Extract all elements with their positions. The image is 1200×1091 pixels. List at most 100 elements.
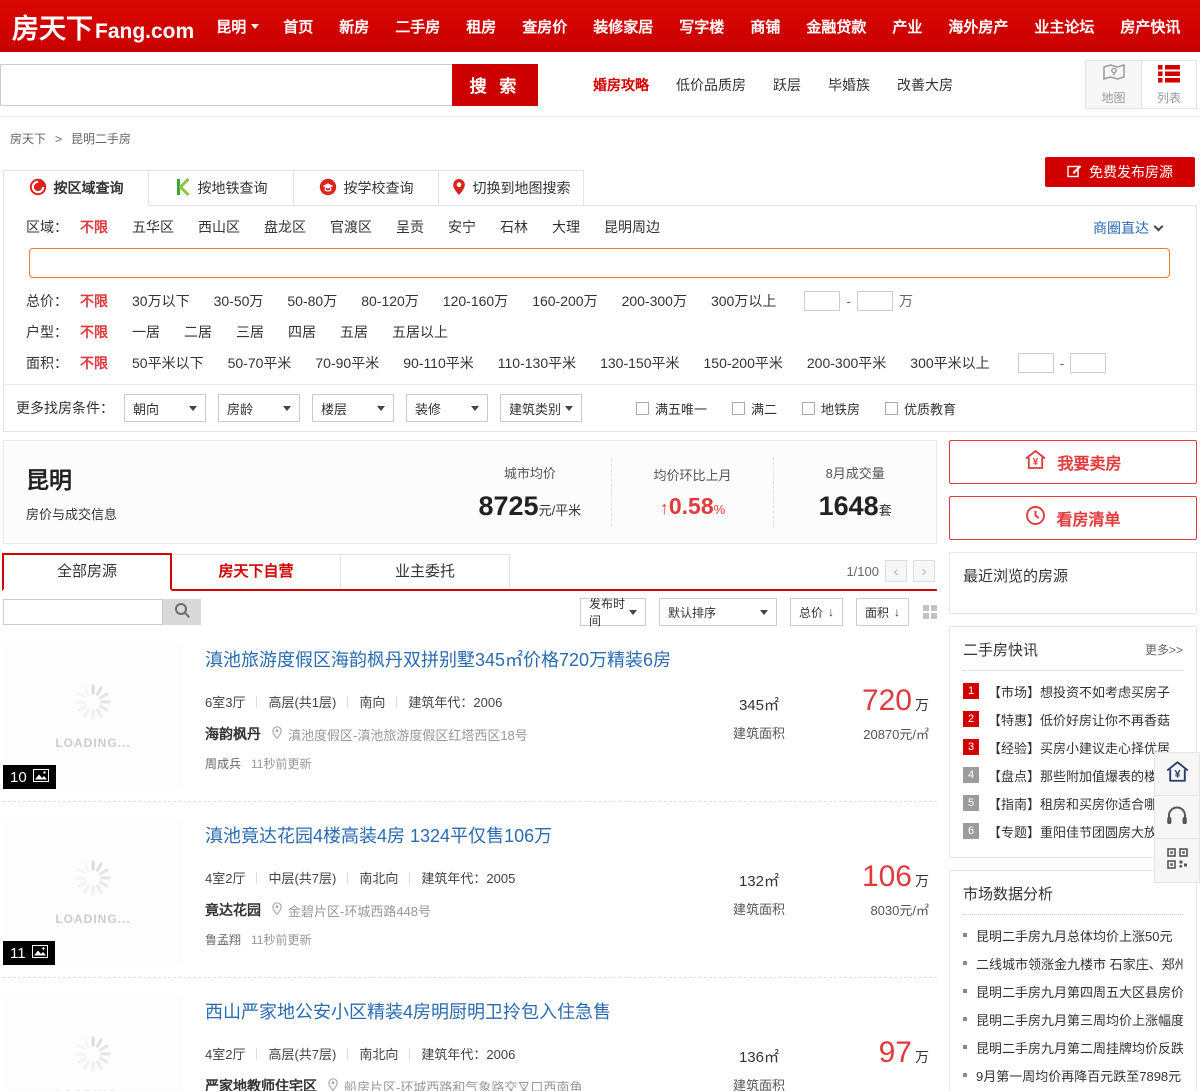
layout-option[interactable]: 三居 — [236, 322, 264, 342]
price-option[interactable]: 160-200万 — [532, 291, 597, 311]
condition-dropdown[interactable]: 房龄 — [218, 394, 300, 422]
layout-option[interactable]: 一居 — [132, 322, 160, 342]
layout-option[interactable]: 不限 — [80, 322, 108, 342]
area-option[interactable]: 300平米以上 — [910, 353, 989, 373]
hot-link[interactable]: 低价品质房 — [676, 75, 746, 95]
market-item[interactable]: 9月第一周均价再降百元跌至7898元 — [963, 1061, 1183, 1089]
news-item[interactable]: 3 【经验】买房小建议走心择优居 — [963, 733, 1183, 761]
region-option[interactable]: 五华区 — [132, 217, 174, 237]
area-option[interactable]: 200-300平米 — [807, 353, 886, 373]
breadcrumb-home[interactable]: 房天下 — [10, 130, 46, 147]
tab-all-listings[interactable]: 全部房源 — [2, 553, 172, 591]
listing-title[interactable]: 滇池竟达花园4楼高装4房 1324平仅售106万 — [205, 822, 552, 848]
market-item[interactable]: 昆明二手房九月第四周五大区县房价四... — [963, 977, 1183, 1005]
estate-link[interactable]: 竟达花园 — [205, 900, 261, 920]
area-option[interactable]: 70-90平米 — [315, 353, 379, 373]
keyword-search-button[interactable] — [163, 599, 201, 625]
search-button[interactable]: 搜 索 — [452, 63, 538, 106]
market-item[interactable]: 二线城市领涨金九楼市 石家庄、郑州... — [963, 949, 1183, 977]
map-view-button[interactable]: 地图 — [1086, 61, 1141, 108]
sell-house-shortcut-button[interactable]: ¥ — [1155, 753, 1199, 796]
tab-by-school[interactable]: 按学校查询 — [293, 170, 439, 206]
region-option[interactable]: 盘龙区 — [264, 217, 306, 237]
topnav-item[interactable]: 装修家居 — [593, 16, 653, 37]
area-option[interactable]: 50-70平米 — [228, 353, 292, 373]
topnav-item[interactable]: 租房 — [466, 16, 496, 37]
area-option[interactable]: 50平米以下 — [132, 353, 204, 373]
layout-option[interactable]: 五居 — [340, 322, 368, 342]
region-option[interactable]: 大理 — [552, 217, 580, 237]
hot-link[interactable]: 毕婚族 — [828, 75, 870, 95]
prev-page-button[interactable]: ‹ — [885, 560, 907, 582]
checkbox-box[interactable] — [732, 401, 746, 415]
grid-view-icon[interactable] — [923, 605, 937, 619]
topnav-item[interactable]: 二手房 — [395, 16, 440, 37]
city-selector[interactable]: 昆明 — [216, 16, 260, 37]
customer-service-button[interactable] — [1155, 796, 1199, 839]
condition-checkbox[interactable]: 满二 — [732, 399, 777, 418]
topnav-item[interactable]: 海外房产 — [948, 16, 1008, 37]
market-item[interactable]: 昆明二手房九月总体均价上涨50元 — [963, 921, 1183, 949]
price-option[interactable]: 120-160万 — [443, 291, 508, 311]
search-input[interactable] — [0, 63, 452, 106]
hot-link[interactable]: 婚房攻略 — [593, 75, 649, 95]
topnav-item[interactable]: 金融贷款 — [806, 16, 866, 37]
price-option[interactable]: 50-80万 — [287, 291, 337, 311]
region-option[interactable]: 官渡区 — [330, 217, 372, 237]
tab-by-region[interactable]: 按区域查询 — [3, 170, 149, 206]
market-item[interactable]: 昆明二手房九月第二周挂牌均价反跌为... — [963, 1033, 1183, 1061]
agent-name[interactable]: 鲁孟翔 — [205, 931, 241, 948]
price-option[interactable]: 80-120万 — [361, 291, 419, 311]
region-option[interactable]: 不限 — [80, 217, 108, 237]
region-option[interactable]: 安宁 — [448, 217, 476, 237]
condition-checkbox[interactable]: 地铁房 — [802, 399, 860, 418]
tab-fang-self[interactable]: 房天下自营 — [171, 554, 341, 589]
business-area-link[interactable]: 商圈直达 — [1093, 218, 1164, 238]
estate-link[interactable]: 严家地教师住宅区 — [205, 1076, 317, 1091]
listing-photo-placeholder[interactable]: LOADING... 11 — [3, 820, 183, 965]
next-page-button[interactable]: › — [913, 560, 935, 582]
condition-dropdown[interactable]: 楼层 — [312, 394, 394, 422]
topnav-item[interactable]: 商铺 — [750, 16, 780, 37]
tab-owner-entrust[interactable]: 业主委托 — [340, 554, 510, 589]
price-option[interactable]: 300万以上 — [711, 291, 776, 311]
tab-by-metro[interactable]: 按地铁查询 — [148, 170, 294, 206]
sell-house-button[interactable]: ¥ 我要卖房 — [949, 440, 1197, 484]
news-item[interactable]: 4 【盘点】那些附加值爆表的楼盘 — [963, 761, 1183, 789]
estate-link[interactable]: 海韵枫丹 — [205, 724, 261, 744]
news-item[interactable]: 2 【特惠】低价好房让你不再香菇 — [963, 705, 1183, 733]
listing-title[interactable]: 西山严家地公安小区精装4房明厨明卫拎包入住急售 — [205, 998, 611, 1024]
sort-time-dropdown[interactable]: 发布时间 — [579, 597, 646, 628]
area-max-input[interactable] — [1070, 353, 1107, 373]
watch-list-button[interactable]: 看房清单 — [949, 496, 1197, 540]
listing-photo-placeholder[interactable]: LOADING... — [3, 996, 183, 1091]
topnav-item[interactable]: 产业 — [892, 16, 922, 37]
hot-link[interactable]: 改善大房 — [897, 75, 953, 95]
area-option[interactable]: 90-110平米 — [403, 353, 474, 373]
condition-dropdown[interactable]: 建筑类别 — [500, 394, 582, 422]
news-item[interactable]: 1 【市场】想投资不如考虑买房子 — [963, 677, 1183, 705]
price-option[interactable]: 30万以下 — [132, 291, 190, 311]
topnav-item[interactable]: 新房 — [339, 16, 369, 37]
region-option[interactable]: 石林 — [500, 217, 528, 237]
publish-listing-button[interactable]: 免费发布房源 — [1045, 157, 1195, 187]
news-item[interactable]: 6 【专题】重阳佳节团圆房大放送 — [963, 817, 1183, 845]
checkbox-box[interactable] — [885, 401, 899, 415]
price-option[interactable]: 不限 — [80, 291, 108, 311]
price-min-input[interactable] — [804, 291, 841, 311]
area-option[interactable]: 不限 — [80, 353, 108, 373]
sort-by-price-button[interactable]: 总价 ↓ — [789, 598, 843, 626]
layout-option[interactable]: 四居 — [288, 322, 316, 342]
news-more-link[interactable]: 更多>> — [1145, 641, 1183, 658]
news-item[interactable]: 5 【指南】租房和买房你适合哪种 — [963, 789, 1183, 817]
sort-default-dropdown[interactable]: 默认排序 — [658, 598, 777, 626]
sort-by-area-button[interactable]: 面积 ↓ — [855, 598, 909, 626]
checkbox-box[interactable] — [636, 401, 649, 415]
region-option[interactable]: 昆明周边 — [604, 217, 660, 237]
area-min-input[interactable] — [1017, 353, 1054, 373]
area-option[interactable]: 150-200平米 — [704, 353, 783, 373]
region-option[interactable]: 呈贡 — [396, 217, 424, 237]
region-option[interactable]: 西山区 — [198, 217, 240, 237]
fang-logo[interactable]: 房天下 Fang.com — [12, 7, 194, 46]
condition-checkbox[interactable]: 优质教育 — [885, 399, 956, 418]
